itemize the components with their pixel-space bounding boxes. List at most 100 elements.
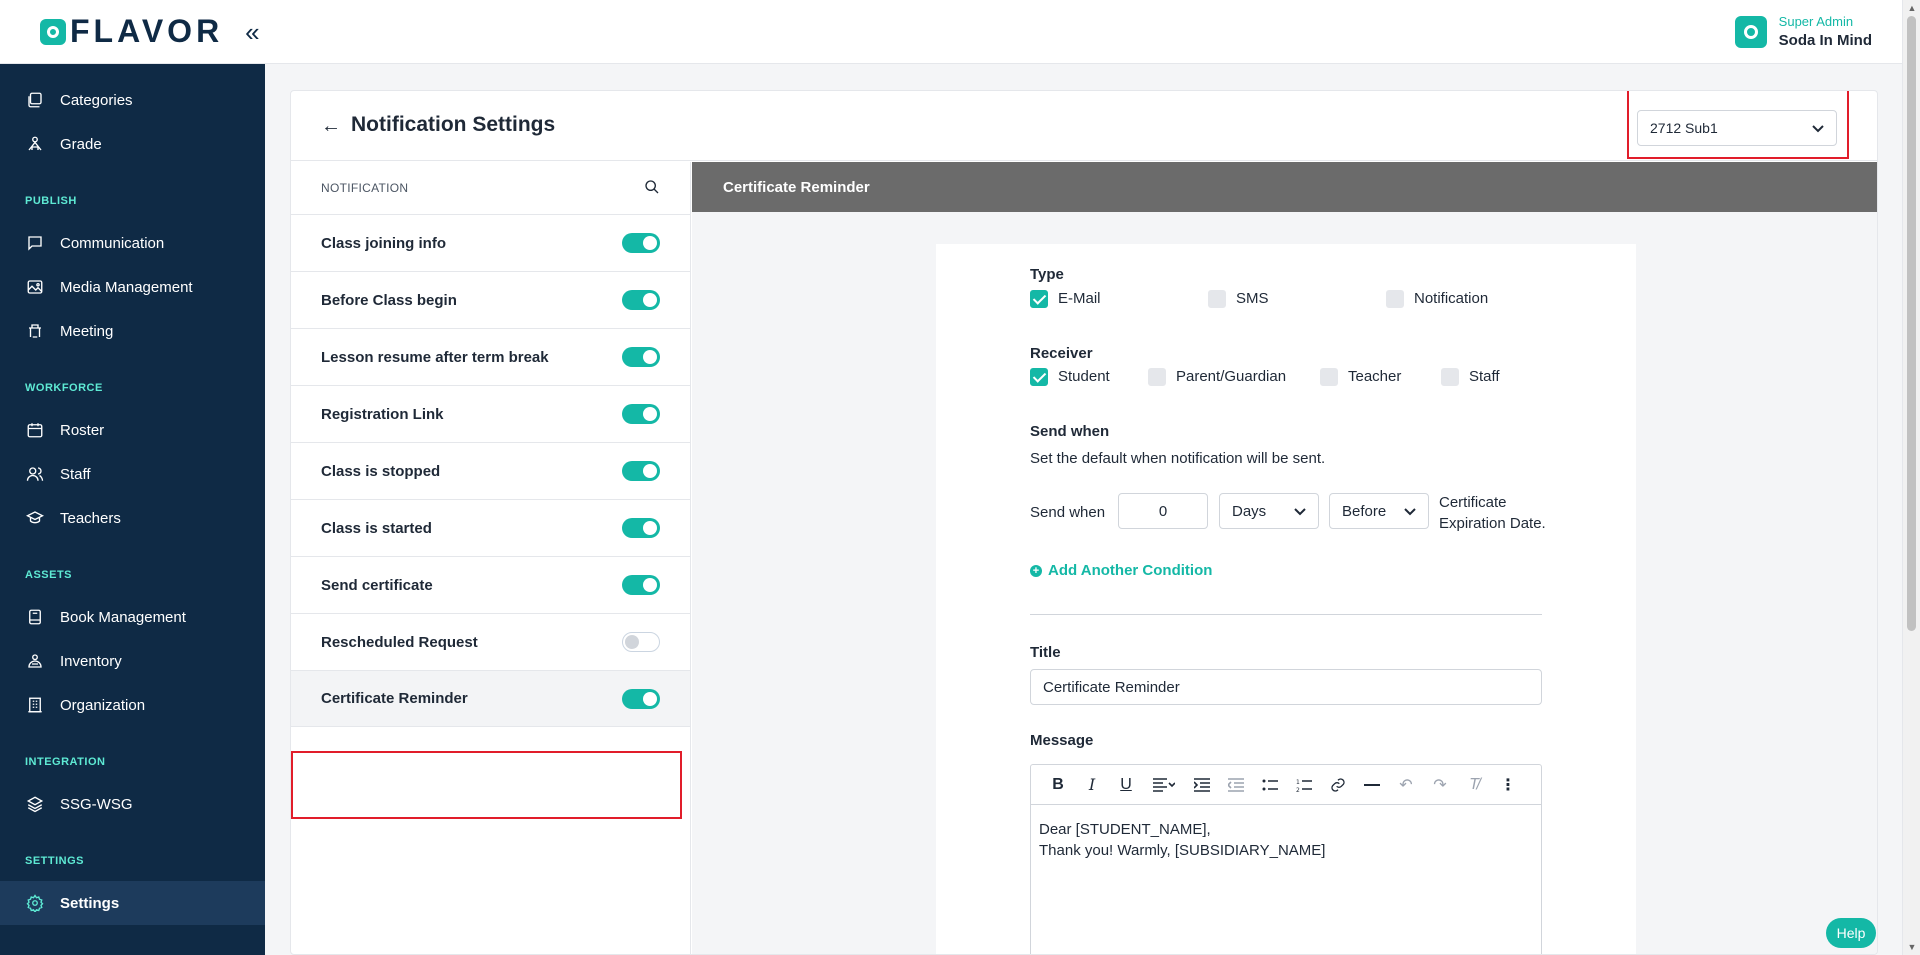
sidebar-item-media-management[interactable]: Media Management	[0, 265, 265, 309]
back-arrow-icon[interactable]: ←	[321, 115, 341, 138]
message-line-2: Thank you! Warmly, [SUBSIDIARY_NAME]	[1039, 842, 1326, 859]
add-condition-label: Add Another Condition	[1048, 562, 1213, 579]
sidebar-item-organization[interactable]: Organization	[0, 683, 265, 727]
sidebar-item-meeting[interactable]: Meeting	[0, 309, 265, 353]
clear-format-icon[interactable]: T̸	[1457, 770, 1491, 800]
list-header: NOTIFICATION	[291, 162, 690, 214]
toggle-switch[interactable]	[622, 404, 660, 424]
bold-icon[interactable]: B	[1041, 770, 1075, 800]
send-when-unit-dropdown[interactable]: Days	[1219, 493, 1319, 529]
type-label: Type	[1030, 266, 1064, 283]
receiver-label: Receiver	[1030, 345, 1093, 362]
toggle-switch[interactable]	[622, 518, 660, 538]
align-icon[interactable]	[1143, 770, 1185, 800]
sidebar-item-grade[interactable]: Grade	[0, 122, 265, 166]
indent-icon[interactable]	[1185, 770, 1219, 800]
sidebar-item-communication[interactable]: Communication	[0, 221, 265, 265]
list-item-selected[interactable]: Certificate Reminder	[291, 670, 690, 727]
send-when-description: Set the default when notification will b…	[1030, 450, 1326, 467]
search-icon[interactable]	[644, 179, 660, 198]
svg-text:2: 2	[1296, 787, 1300, 792]
collapse-sidebar-button[interactable]: «	[245, 19, 259, 45]
card-header: ← Notification Settings 2712 Sub1	[291, 91, 1877, 161]
sidebar-item-staff[interactable]: Staff	[0, 452, 265, 496]
subsidiary-select[interactable]: 2712 Sub1	[1637, 110, 1837, 146]
receiver-teacher-label: Teacher	[1348, 368, 1402, 385]
receiver-parent-checkbox[interactable]	[1148, 368, 1166, 386]
gear-icon	[25, 893, 45, 913]
message-editor[interactable]: B I U 12 ↶ ↷ T̸ ⋮ Dear [STUDENT_NAME], T…	[1030, 764, 1542, 954]
toggle-switch[interactable]	[622, 688, 660, 709]
book-icon	[25, 607, 45, 627]
toggle-switch[interactable]	[622, 347, 660, 367]
add-condition-button[interactable]: + Add Another Condition	[1030, 562, 1212, 579]
send-when-label: Send when	[1030, 423, 1110, 440]
sidebar-item-teachers[interactable]: Teachers	[0, 496, 265, 540]
list-item[interactable]: Rescheduled Request	[291, 613, 690, 670]
toggle-switch[interactable]	[622, 233, 660, 253]
receiver-teacher-checkbox[interactable]	[1320, 368, 1338, 386]
bullet-list-icon[interactable]	[1253, 770, 1287, 800]
send-when-relation-dropdown[interactable]: Before	[1329, 493, 1429, 529]
list-item[interactable]: Class is started	[291, 499, 690, 556]
logo[interactable]: FLAVOR	[40, 13, 223, 50]
outdent-icon[interactable]	[1219, 770, 1253, 800]
sidebar-item-book-management[interactable]: Book Management	[0, 595, 265, 639]
italic-icon[interactable]: I	[1075, 770, 1109, 800]
link-icon[interactable]	[1321, 770, 1355, 800]
type-email-checkbox[interactable]	[1030, 290, 1048, 308]
send-when-amount-input[interactable]: 0	[1118, 493, 1208, 529]
underline-icon[interactable]: U	[1109, 770, 1143, 800]
top-bar: FLAVOR « Super Admin Soda In Mind	[0, 0, 1902, 64]
redo-icon[interactable]: ↷	[1423, 770, 1457, 800]
page-title: Notification Settings	[351, 113, 556, 136]
sidebar-item-roster[interactable]: Roster	[0, 408, 265, 452]
scroll-thumb[interactable]	[1907, 16, 1916, 631]
message-line-1: Dear [STUDENT_NAME],	[1039, 821, 1211, 838]
notification-form: Type E-Mail SMS Notification Receiver St…	[936, 244, 1636, 954]
meeting-icon	[25, 321, 45, 341]
sidebar-item-label: Staff	[60, 465, 91, 483]
type-notification-checkbox[interactable]	[1386, 290, 1404, 308]
detail-panel: Certificate Reminder Type E-Mail SMS Not…	[692, 162, 1877, 954]
numbered-list-icon[interactable]: 12	[1287, 770, 1321, 800]
toggle-switch[interactable]	[622, 290, 660, 310]
receiver-student-checkbox[interactable]	[1030, 368, 1048, 386]
list-item[interactable]: Registration Link	[291, 385, 690, 442]
section-workforce: WORKFORCE	[25, 382, 103, 394]
divider	[1030, 614, 1542, 615]
list-item-label: Class joining info	[321, 234, 447, 252]
scroll-down-icon[interactable]: ▼	[1903, 939, 1920, 955]
title-label: Title	[1030, 644, 1061, 661]
title-input[interactable]: Certificate Reminder	[1030, 669, 1542, 705]
help-button[interactable]: Help	[1826, 918, 1876, 948]
list-item-label: Before Class begin	[321, 291, 457, 309]
list-item[interactable]: Before Class begin	[291, 271, 690, 328]
list-item[interactable]: Class is stopped	[291, 442, 690, 499]
more-options-icon[interactable]: ⋮	[1491, 770, 1525, 800]
detail-header: Certificate Reminder	[692, 162, 1877, 212]
user-menu[interactable]: Super Admin Soda In Mind	[1734, 14, 1872, 49]
list-item[interactable]: Send certificate	[291, 556, 690, 613]
receiver-student-label: Student	[1058, 368, 1110, 385]
page-scrollbar[interactable]: ▲ ▼	[1902, 0, 1920, 955]
toggle-switch[interactable]	[622, 461, 660, 481]
toggle-switch[interactable]	[622, 632, 660, 652]
sidebar-item-inventory[interactable]: Inventory	[0, 639, 265, 683]
sidebar-item-categories[interactable]: Categories	[0, 78, 265, 122]
svg-text:1: 1	[1296, 779, 1300, 786]
list-item[interactable]: Class joining info	[291, 214, 690, 271]
horizontal-rule-icon[interactable]	[1355, 770, 1389, 800]
message-body[interactable]: Dear [STUDENT_NAME], Thank you! Warmly, …	[1031, 805, 1541, 875]
sidebar-item-label: Meeting	[60, 322, 114, 340]
list-item-label: Class is stopped	[321, 462, 441, 480]
scroll-up-icon[interactable]: ▲	[1903, 0, 1920, 16]
receiver-staff-checkbox[interactable]	[1441, 368, 1459, 386]
sidebar-item-ssg-wsg[interactable]: SSG-WSG	[0, 782, 265, 826]
toggle-switch[interactable]	[622, 575, 660, 595]
undo-icon[interactable]: ↶	[1389, 770, 1423, 800]
type-sms-checkbox[interactable]	[1208, 290, 1226, 308]
sidebar-item-label: SSG-WSG	[60, 795, 133, 813]
list-item[interactable]: Lesson resume after term break	[291, 328, 690, 385]
sidebar-item-settings[interactable]: Settings	[0, 881, 265, 925]
